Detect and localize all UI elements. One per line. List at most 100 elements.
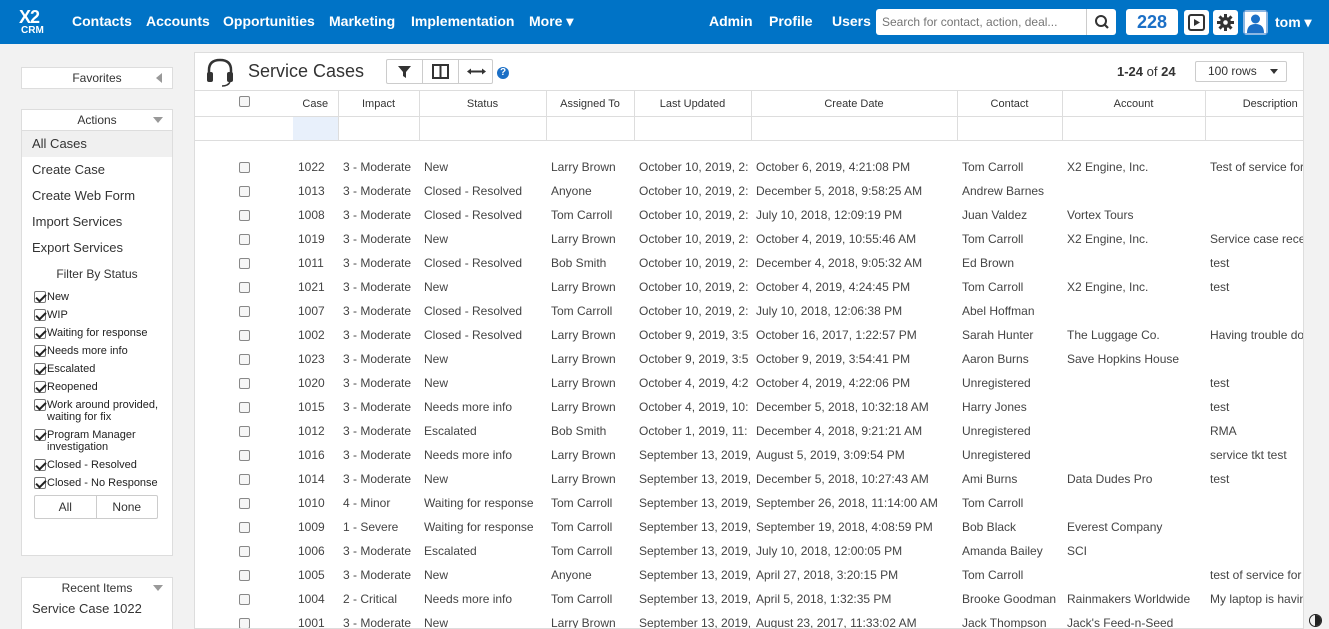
cell-assigned-to[interactable]: Larry Brown: [546, 443, 634, 467]
cell-contact[interactable]: Harry Jones: [957, 395, 1062, 419]
nav-admin[interactable]: Admin: [709, 13, 753, 29]
cell-assigned-to[interactable]: Tom Carroll: [546, 299, 634, 323]
cell-account[interactable]: [1062, 179, 1205, 203]
cell-account[interactable]: Everest Company: [1062, 515, 1205, 539]
cell-account[interactable]: [1062, 563, 1205, 587]
cell-assigned-to[interactable]: Larry Brown: [546, 347, 634, 371]
column-header-case[interactable]: Case: [293, 90, 339, 117]
status-filter-workaround[interactable]: Work around provided, waiting for fix: [22, 399, 162, 423]
cell-assigned-to[interactable]: Larry Brown: [546, 275, 634, 299]
nav-opportunities[interactable]: Opportunities: [223, 13, 315, 29]
checkbox[interactable]: [34, 363, 46, 375]
cell-case[interactable]: 1001: [293, 611, 338, 629]
cell-contact[interactable]: Brooke Goodman: [957, 587, 1062, 611]
checkbox[interactable]: [34, 327, 46, 339]
action-import-services[interactable]: Import Services: [22, 209, 172, 235]
cell-contact[interactable]: Abel Hoffman: [957, 299, 1062, 323]
contrast-icon[interactable]: [1309, 614, 1322, 627]
row-checkbox[interactable]: [238, 185, 250, 197]
filter-input-last-updated[interactable]: [634, 116, 752, 141]
cell-assigned-to[interactable]: Tom Carroll: [546, 539, 634, 563]
cell-contact[interactable]: Unregistered: [957, 419, 1062, 443]
cell-assigned-to[interactable]: Larry Brown: [546, 395, 634, 419]
row-checkbox[interactable]: [238, 353, 250, 365]
filter-input-contact[interactable]: [957, 116, 1063, 141]
nav-users[interactable]: Users: [832, 13, 871, 29]
cell-account[interactable]: [1062, 443, 1205, 467]
filter-input-description[interactable]: [1205, 116, 1303, 141]
checkbox[interactable]: [34, 381, 46, 393]
table-row[interactable]: 1007 3 - Moderate Closed - Resolved Tom Car…: [195, 299, 1303, 323]
filter-input-status[interactable]: [419, 116, 547, 141]
recent-items-header[interactable]: Recent Items: [22, 578, 172, 599]
nav-accounts[interactable]: Accounts: [146, 13, 210, 29]
cell-case[interactable]: 1015: [293, 395, 338, 419]
cell-case[interactable]: 1020: [293, 371, 338, 395]
status-filter-pm-investigation[interactable]: Program Manager investigation: [22, 429, 162, 453]
cell-case[interactable]: 1019: [293, 227, 338, 251]
cell-account[interactable]: X2 Engine, Inc.: [1062, 155, 1205, 179]
cell-contact[interactable]: Sarah Hunter: [957, 323, 1062, 347]
table-row[interactable]: 1011 3 - Moderate Closed - Resolved Bob Smi…: [195, 251, 1303, 275]
row-checkbox[interactable]: [238, 209, 250, 221]
cell-contact[interactable]: Amanda Bailey: [957, 539, 1062, 563]
row-checkbox[interactable]: [238, 161, 250, 173]
cell-assigned-to[interactable]: Tom Carroll: [546, 515, 634, 539]
help-icon[interactable]: ?: [497, 67, 509, 79]
filter-input-impact[interactable]: [338, 116, 420, 141]
settings-button[interactable]: [1213, 10, 1238, 35]
cell-account[interactable]: [1062, 299, 1205, 323]
cell-contact[interactable]: Tom Carroll: [957, 227, 1062, 251]
table-row[interactable]: 1023 3 - Moderate New Larry Brown October 9,…: [195, 347, 1303, 371]
row-checkbox[interactable]: [238, 473, 250, 485]
column-header-contact[interactable]: Contact: [957, 90, 1063, 117]
checkbox[interactable]: [34, 345, 46, 357]
table-row[interactable]: 1012 3 - Moderate Escalated Bob Smith Octobe…: [195, 419, 1303, 443]
cell-case[interactable]: 1012: [293, 419, 338, 443]
cell-account[interactable]: Jack's Feed-n-Seed: [1062, 611, 1205, 629]
row-checkbox[interactable]: [238, 617, 250, 628]
cell-case[interactable]: 1005: [293, 563, 338, 587]
row-checkbox[interactable]: [238, 329, 250, 341]
table-row[interactable]: 1015 3 - Moderate Needs more info Larry Bro…: [195, 395, 1303, 419]
column-header-create-date[interactable]: Create Date: [751, 90, 958, 117]
column-header-status[interactable]: Status: [419, 90, 547, 117]
cell-case[interactable]: 1021: [293, 275, 338, 299]
action-create-web-form[interactable]: Create Web Form: [22, 183, 172, 209]
media-button[interactable]: [1184, 10, 1209, 35]
checkbox[interactable]: [34, 459, 46, 471]
cell-case[interactable]: 1014: [293, 467, 338, 491]
table-row[interactable]: 1020 3 - Moderate New Larry Brown October 4,…: [195, 371, 1303, 395]
status-filter-closed-no-response[interactable]: Closed - No Response: [22, 477, 172, 489]
cell-assigned-to[interactable]: Larry Brown: [546, 467, 634, 491]
cell-account[interactable]: [1062, 491, 1205, 515]
table-row[interactable]: 1006 3 - Moderate Escalated Tom Carroll Sept…: [195, 539, 1303, 563]
cell-assigned-to[interactable]: Larry Brown: [546, 371, 634, 395]
nav-more-menu[interactable]: More ▾: [529, 13, 573, 30]
table-row[interactable]: 1008 3 - Moderate Closed - Resolved Tom Car…: [195, 203, 1303, 227]
cell-case[interactable]: 1004: [293, 587, 338, 611]
checkbox[interactable]: [34, 399, 46, 411]
status-filter-closed-resolved[interactable]: Closed - Resolved: [22, 459, 172, 471]
user-avatar[interactable]: [1243, 10, 1268, 35]
cell-contact[interactable]: Unregistered: [957, 443, 1062, 467]
favorites-header[interactable]: Favorites: [22, 68, 172, 89]
cell-case[interactable]: 1008: [293, 203, 338, 227]
row-checkbox[interactable]: [238, 233, 250, 245]
recent-item-link[interactable]: Service Case 1022: [22, 599, 172, 621]
cell-case[interactable]: 1006: [293, 539, 338, 563]
select-all-checkbox[interactable]: [238, 95, 250, 107]
nav-profile[interactable]: Profile: [769, 13, 813, 29]
cell-case[interactable]: 1016: [293, 443, 338, 467]
cell-account[interactable]: X2 Engine, Inc.: [1062, 275, 1205, 299]
table-row[interactable]: 1022 3 - Moderate New Larry Brown October 10…: [195, 155, 1303, 179]
row-checkbox[interactable]: [238, 449, 250, 461]
row-checkbox[interactable]: [238, 497, 250, 509]
column-header-assigned-to[interactable]: Assigned To: [546, 90, 635, 117]
row-checkbox[interactable]: [238, 521, 250, 533]
row-checkbox[interactable]: [238, 401, 250, 413]
checkbox[interactable]: [34, 429, 46, 441]
cell-assigned-to[interactable]: Anyone: [546, 563, 634, 587]
cell-case[interactable]: 1023: [293, 347, 338, 371]
action-export-services[interactable]: Export Services: [22, 235, 172, 261]
